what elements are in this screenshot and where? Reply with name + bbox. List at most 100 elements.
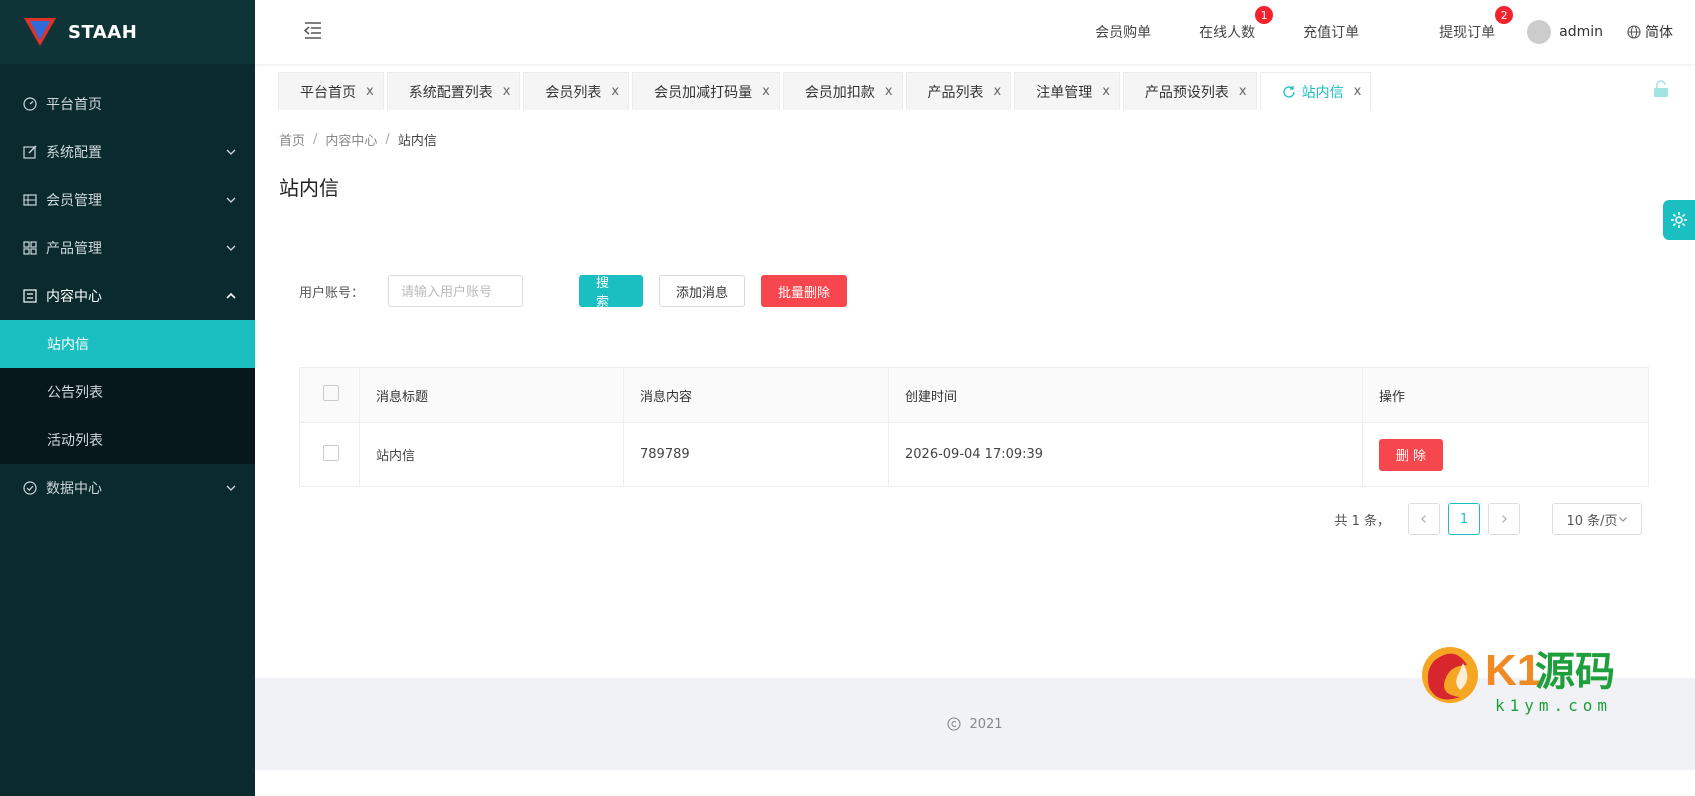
sidebar-item-system-config[interactable]: 系统配置 xyxy=(0,128,255,176)
tab-dashboard[interactable]: 平台首页 x xyxy=(278,72,384,110)
select-all-cell xyxy=(299,367,360,423)
page-size-select[interactable]: 10 条/页 xyxy=(1552,503,1642,535)
breadcrumb-home[interactable]: 首页 xyxy=(279,130,305,149)
delete-button[interactable]: 删 除 xyxy=(1379,438,1443,471)
search-button[interactable]: 搜 索 xyxy=(579,275,644,310)
sidebar-item-data-center[interactable]: 数据中心 xyxy=(0,464,255,512)
top-header: 会员购单 在线人数 1 充值订单 提现订单 2 admin 简体 xyxy=(255,0,1695,64)
page-title: 站内信 xyxy=(279,176,339,200)
withdraw-orders-link[interactable]: 提现订单 2 xyxy=(1439,6,1514,42)
recharge-orders-link[interactable]: 充值订单 xyxy=(1303,22,1359,42)
chevron-down-icon xyxy=(226,197,236,203)
sidebar-subitem-activities[interactable]: 活动列表 xyxy=(0,416,255,464)
svg-text:源码: 源码 xyxy=(1535,649,1615,695)
breadcrumb-parent[interactable]: 内容中心 xyxy=(325,130,377,149)
unlock-icon[interactable] xyxy=(1653,80,1669,98)
sidebar-item-label: 产品管理 xyxy=(46,241,102,257)
tab-member-list[interactable]: 会员列表 x xyxy=(523,72,630,110)
grid-icon xyxy=(22,240,38,256)
menu-fold-icon[interactable] xyxy=(303,20,323,40)
user-account-input[interactable] xyxy=(388,275,524,307)
tab-label: 会员加减打码量 xyxy=(654,84,753,101)
page-size-value: 10 条/页 xyxy=(1566,513,1618,529)
sidebar-item-label: 系统配置 xyxy=(46,145,102,161)
globe-icon xyxy=(1627,25,1641,39)
close-icon[interactable]: x xyxy=(503,84,511,99)
breadcrumb-current: 站内信 xyxy=(397,134,437,149)
svg-text:K1: K1 xyxy=(1485,646,1541,695)
cell-created: 2026-09-04 17:09:39 xyxy=(888,422,1363,487)
language-switch[interactable]: 简体 xyxy=(1627,22,1673,42)
cell-content: 789789 xyxy=(623,422,889,487)
total-count: 共 1 条， xyxy=(1334,513,1390,529)
close-icon[interactable]: x xyxy=(1239,84,1247,99)
tab-member-code-adjust[interactable]: 会员加减打码量 x xyxy=(632,72,780,110)
close-icon[interactable]: x xyxy=(762,84,770,99)
close-icon[interactable]: x xyxy=(1354,84,1362,99)
tab-bet-management[interactable]: 注单管理 x xyxy=(1014,72,1120,110)
breadcrumb-separator: / xyxy=(313,132,318,147)
sidebar-item-label: 数据中心 xyxy=(46,481,102,497)
check-circle-icon xyxy=(22,480,38,496)
tab-label: 平台首页 xyxy=(300,84,356,101)
app-name: STAAH xyxy=(68,21,138,43)
tab-member-balance-adjust[interactable]: 会员加扣款 x xyxy=(782,72,903,110)
language-label: 简体 xyxy=(1645,25,1673,41)
chevron-right-icon xyxy=(1502,515,1507,523)
close-icon[interactable]: x xyxy=(611,84,619,99)
select-all-checkbox[interactable] xyxy=(323,385,339,401)
refresh-icon[interactable] xyxy=(1282,85,1296,99)
edit-icon xyxy=(22,144,38,160)
logo[interactable]: STAAH xyxy=(0,0,255,64)
close-icon[interactable]: x xyxy=(994,84,1002,99)
cell-title: 站内信 xyxy=(359,422,624,487)
batch-delete-button[interactable]: 批量删除 xyxy=(761,275,848,307)
tab-label: 会员列表 xyxy=(545,84,602,101)
column-header-title: 消息标题 xyxy=(359,367,624,423)
column-header-content: 消息内容 xyxy=(623,367,889,423)
next-page-button[interactable] xyxy=(1488,503,1520,535)
tab-label: 系统配置列表 xyxy=(408,84,493,101)
close-icon[interactable]: x xyxy=(1102,84,1110,99)
sidebar-item-label: 会员管理 xyxy=(46,193,102,209)
row-checkbox[interactable] xyxy=(323,444,339,461)
tab-product-list[interactable]: 产品列表 x xyxy=(905,72,1012,110)
close-icon[interactable]: x xyxy=(885,84,893,99)
withdraw-orders-badge: 2 xyxy=(1495,6,1514,24)
row-select-cell xyxy=(299,422,360,487)
sidebar-item-products[interactable]: 产品管理 xyxy=(0,224,255,272)
online-users-link[interactable]: 在线人数 1 xyxy=(1199,6,1274,42)
sidebar-item-label: 内容中心 xyxy=(46,289,102,305)
chevron-down-icon xyxy=(1618,517,1627,522)
chevron-down-icon xyxy=(226,245,236,251)
footer-year: 2021 xyxy=(969,716,1003,732)
tab-product-preset-list[interactable]: 产品预设列表 x xyxy=(1122,72,1257,110)
tab-inbox[interactable]: 站内信 x xyxy=(1259,72,1372,110)
chevron-down-icon xyxy=(226,485,236,491)
chevron-left-icon xyxy=(1421,515,1426,523)
page-tabs: 平台首页 x 系统配置列表 x 会员列表 x 会员加减打码量 x 会员加扣款 x 产品列表… xyxy=(278,72,1374,110)
sidebar-subitem-inbox[interactable]: 站内信 xyxy=(0,320,255,368)
message-table: 消息标题 消息内容 创建时间 操作 站内信 789789 2026-09-04 … xyxy=(299,367,1649,487)
sidebar-item-content[interactable]: 内容中心 xyxy=(0,272,255,320)
sidebar-menu: 平台首页 系统配置 会员管理 产品管理 内容中心 站内信 公告列表 活动列表 数… xyxy=(0,80,255,512)
settings-button[interactable] xyxy=(1663,200,1695,240)
header-actions: 会员购单 在线人数 1 充值订单 提现订单 2 admin 简体 xyxy=(1071,0,1695,64)
tab-system-config-list[interactable]: 系统配置列表 x xyxy=(386,72,521,110)
prev-page-button[interactable] xyxy=(1408,503,1440,535)
sidebar-subitem-announcements[interactable]: 公告列表 xyxy=(0,368,255,416)
breadcrumb: 首页 / 内容中心 / 站内信 xyxy=(279,130,437,149)
table-row: 站内信 789789 2026-09-04 17:09:39 删 除 xyxy=(299,422,1649,487)
close-icon[interactable]: x xyxy=(366,84,374,99)
sidebar-item-members[interactable]: 会员管理 xyxy=(0,176,255,224)
page-number-button[interactable]: 1 xyxy=(1448,503,1480,535)
member-orders-link[interactable]: 会员购单 xyxy=(1095,22,1151,42)
pagination: 共 1 条， 1 10 条/页 xyxy=(1334,503,1642,535)
sidebar-item-dashboard[interactable]: 平台首页 xyxy=(0,80,255,128)
user-menu[interactable]: admin xyxy=(1527,20,1603,44)
filter-bar: 用户账号： 搜 索 添加消息 批量删除 xyxy=(299,275,863,310)
withdraw-orders-label: 提现订单 xyxy=(1439,25,1496,41)
username: admin xyxy=(1559,24,1603,40)
add-message-button[interactable]: 添加消息 xyxy=(659,275,746,307)
tab-label: 注单管理 xyxy=(1036,84,1093,101)
